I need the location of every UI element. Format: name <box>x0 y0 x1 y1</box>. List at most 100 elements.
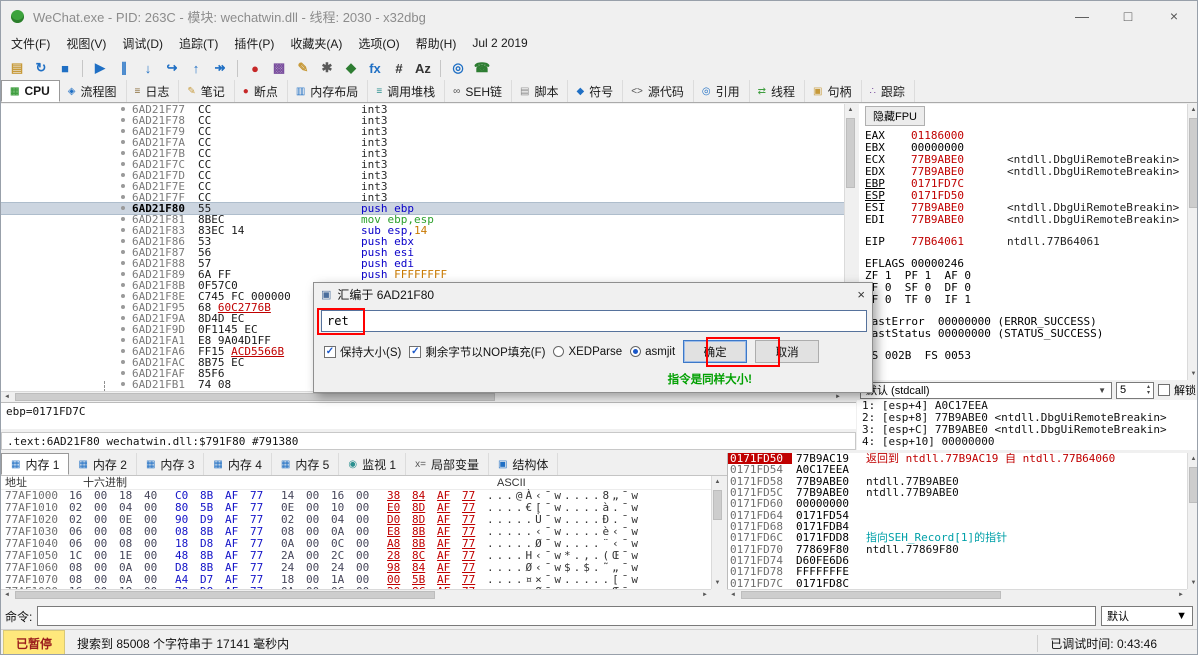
calling-convention-select[interactable]: 默认 (stdcall) ▼ <box>860 382 1112 399</box>
menu-item[interactable]: 视图(V) <box>58 31 114 56</box>
breakpoint-dot[interactable] <box>121 173 125 177</box>
dump-vscrollbar[interactable] <box>711 476 723 589</box>
scroll-thumb[interactable] <box>15 591 435 599</box>
main-tab[interactable]: ◎引用 <box>694 80 750 102</box>
main-tab[interactable]: ∴跟踪 <box>862 80 915 102</box>
dump-tab[interactable]: ▣结构体 <box>489 453 558 475</box>
registers-vscrollbar[interactable] <box>1187 104 1198 380</box>
breakpoint-dot[interactable] <box>121 206 125 210</box>
main-tab[interactable]: ✎笔记 <box>179 80 234 102</box>
breakpoint-dot[interactable] <box>121 338 125 342</box>
scroll-up-icon[interactable] <box>845 104 856 116</box>
spin-down-icon[interactable]: ▾ <box>1147 390 1150 396</box>
arg-count-spinner[interactable]: 5 ▴ ▾ <box>1116 382 1154 399</box>
main-tab[interactable]: <>源代码 <box>623 80 694 102</box>
breakpoint-dot[interactable] <box>121 360 125 364</box>
memory-dump-panel[interactable]: 地址 十六进制 ASCII 77AF100016001840C08BAF7714… <box>1 476 711 589</box>
stack-row[interactable]: 0171FD7C0171FD8C <box>728 578 1187 589</box>
restart-icon[interactable]: ↻ <box>30 58 52 78</box>
dump-tab[interactable]: ▦内存 1 <box>1 453 69 475</box>
close-button[interactable]: × <box>1151 1 1197 31</box>
run-to-cursor-icon[interactable]: ↠ <box>209 58 231 78</box>
main-tab[interactable]: ▤脚本 <box>512 80 568 102</box>
register-row[interactable]: EDI77B9ABE0<ntdll.DbgUiRemoteBreakin> <box>865 214 1187 226</box>
disasm-row[interactable]: 6AD21F7ACCint3 <box>1 137 844 148</box>
run-icon[interactable]: ▶ <box>89 58 111 78</box>
disasm-row[interactable]: 6AD21F77CCint3 <box>1 104 844 115</box>
disasm-row[interactable]: 6AD21F8383EC 14sub esp,14 <box>1 225 844 236</box>
settings-icon[interactable]: ✱ <box>316 58 338 78</box>
arguments-panel[interactable]: 1: [esp+4] A0C17EEA2: [esp+8] 77B9ABE0 <… <box>857 400 1198 450</box>
stack-hscrollbar[interactable] <box>727 589 1187 600</box>
breakpoint-dot[interactable] <box>121 272 125 276</box>
menu-item[interactable]: 收藏夹(A) <box>282 31 350 56</box>
breakpoint-dot[interactable] <box>121 140 125 144</box>
stack-vscrollbar[interactable] <box>1187 453 1198 589</box>
assemble-input[interactable] <box>321 310 867 332</box>
disasm-row[interactable]: 6AD21F7FCCint3 <box>1 192 844 203</box>
breakpoint-dot[interactable] <box>121 316 125 320</box>
scroll-thumb[interactable] <box>713 490 722 520</box>
disasm-row[interactable]: 6AD21F896A FFpush FFFFFFFF <box>1 269 844 280</box>
dialog-close-icon[interactable]: × <box>857 287 865 302</box>
scroll-thumb[interactable] <box>1189 467 1198 503</box>
breakpoint-dot[interactable] <box>121 250 125 254</box>
shield-icon[interactable]: ◆ <box>340 58 362 78</box>
step-out-icon[interactable]: ↑ <box>185 58 207 78</box>
breakpoint-dot[interactable] <box>121 327 125 331</box>
disasm-row[interactable]: 6AD21F7CCCint3 <box>1 159 844 170</box>
scroll-thumb[interactable] <box>846 118 855 188</box>
disasm-row[interactable]: 6AD21F7DCCint3 <box>1 170 844 181</box>
scroll-left-icon[interactable] <box>1 590 13 600</box>
disasm-row[interactable]: 6AD21F7ECCint3 <box>1 181 844 192</box>
nop-fill-checkbox[interactable]: 剩余字节以NOP填充(F) <box>409 344 545 360</box>
phone-icon[interactable]: ☎ <box>471 58 493 78</box>
main-tab[interactable]: ▥内存布局 <box>288 80 368 102</box>
scroll-up-icon[interactable] <box>712 476 723 488</box>
stop-icon[interactable]: ■ <box>54 58 76 78</box>
command-profile-select[interactable]: 默认 ▼ <box>1101 606 1193 626</box>
asmjit-radio[interactable]: asmjit <box>630 346 675 358</box>
breakpoint-dot[interactable] <box>121 118 125 122</box>
scroll-down-icon[interactable] <box>712 577 723 589</box>
main-tab[interactable]: ▣句柄 <box>805 80 861 102</box>
hash-icon[interactable]: # <box>388 58 410 78</box>
scroll-up-icon[interactable] <box>1188 104 1198 116</box>
breakpoint-dot[interactable] <box>121 261 125 265</box>
scroll-up-icon[interactable] <box>1188 453 1198 465</box>
minimize-button[interactable]: — <box>1059 1 1105 31</box>
comment-icon[interactable]: ✎ <box>292 58 314 78</box>
breakpoint-dot[interactable] <box>121 129 125 133</box>
scroll-right-icon[interactable] <box>832 392 844 402</box>
main-tab[interactable]: ▦CPU <box>1 80 60 102</box>
breakpoint-dot[interactable] <box>121 371 125 375</box>
scroll-down-icon[interactable] <box>1188 368 1198 380</box>
menu-item[interactable]: 插件(P) <box>226 31 282 56</box>
scroll-left-icon[interactable] <box>727 590 739 600</box>
scroll-thumb[interactable] <box>741 591 1001 599</box>
dialog-title-bar[interactable]: ▣ 汇编于 6AD21F80 × <box>314 283 872 306</box>
breakpoint-dot[interactable] <box>121 283 125 287</box>
step-over-icon[interactable]: ↪ <box>161 58 183 78</box>
main-tab[interactable]: ≡调用堆栈 <box>368 80 445 102</box>
keep-size-checkbox[interactable]: 保持大小(S) <box>324 344 401 360</box>
breakpoint-dot[interactable] <box>121 162 125 166</box>
breakpoint-icon[interactable]: ● <box>244 58 266 78</box>
breakpoint-dot[interactable] <box>121 107 125 111</box>
menu-item[interactable]: 追踪(T) <box>171 31 226 56</box>
stack-row[interactable]: 0171FD6C0171FDD8指向SEH_Record[1]的指针 <box>728 532 1187 543</box>
stack-row[interactable]: 0171FD6000000000 <box>728 498 1187 509</box>
breakpoint-dot[interactable] <box>121 228 125 232</box>
pause-icon[interactable]: ∥ <box>113 58 135 78</box>
breakpoint-dot[interactable] <box>121 305 125 309</box>
disasm-row[interactable]: 6AD21F8653push ebx <box>1 236 844 247</box>
breakpoint-dot[interactable] <box>121 151 125 155</box>
main-tab[interactable]: ⇄线程 <box>750 80 805 102</box>
main-tab[interactable]: ∞SEH链 <box>445 80 512 102</box>
maximize-button[interactable]: □ <box>1105 1 1151 31</box>
dump-tab[interactable]: x=局部变量 <box>406 453 489 475</box>
disasm-row[interactable]: 6AD21F7BCCint3 <box>1 148 844 159</box>
stack-panel[interactable]: 0171FD5077B9AC19返回到 ntdll.77B9AC19 自 ntd… <box>727 453 1187 589</box>
disasm-row[interactable]: 6AD21F79CCint3 <box>1 126 844 137</box>
command-input[interactable] <box>37 606 1096 626</box>
